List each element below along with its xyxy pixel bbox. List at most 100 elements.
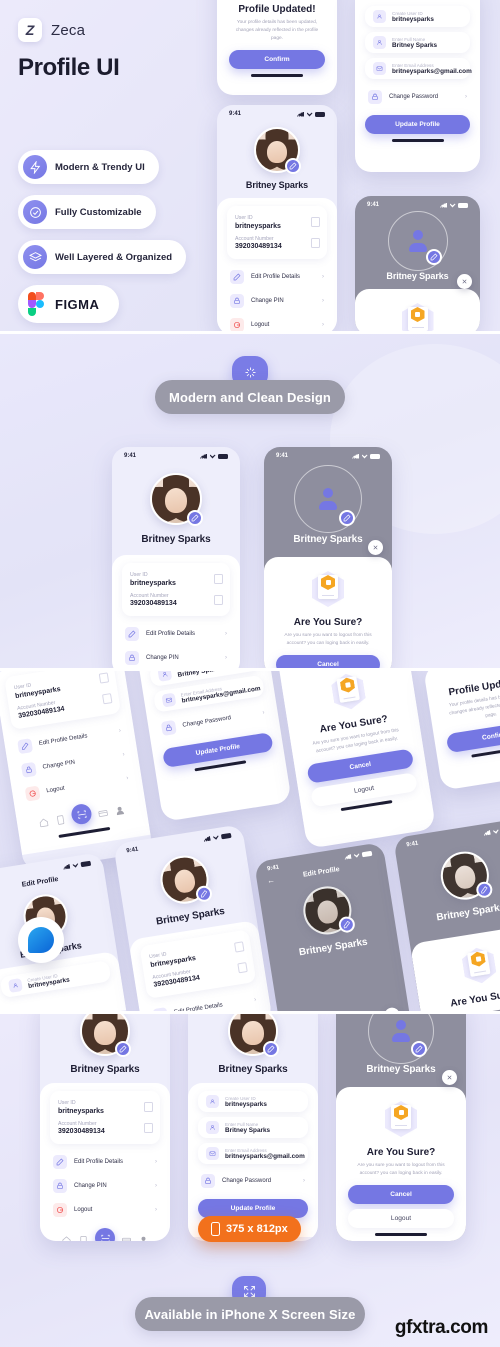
- phone-tilt-dim-profile: 9:41 Britney Sparks Are You Sure?: [393, 818, 500, 1011]
- profile-sheet: User ID britneysparks Account Number 392…: [112, 555, 240, 668]
- battery-icon: [315, 111, 325, 117]
- chevron-right-icon: ›: [155, 1183, 157, 1189]
- brand-row: Z Zeca: [18, 18, 208, 42]
- edit-avatar-icon[interactable]: [339, 510, 355, 526]
- tab-bar: [50, 1222, 160, 1241]
- field-value: britneysparks@gmail.com: [225, 1152, 305, 1160]
- battery-icon: [80, 860, 92, 867]
- field-user-id[interactable]: Create User ID britneysparks: [365, 6, 470, 27]
- close-icon[interactable]: [457, 274, 472, 289]
- field-email[interactable]: Enter Email Address britneysparks@gmail.…: [365, 58, 472, 79]
- cancel-button[interactable]: Cancel: [348, 1185, 454, 1205]
- user-id-row: User ID britneysparks: [130, 569, 223, 590]
- copy-icon[interactable]: [238, 962, 247, 972]
- field-full-name[interactable]: Enter Full Name Britney Sparks: [365, 32, 470, 53]
- edit-avatar-icon[interactable]: [187, 510, 203, 526]
- edit-avatar-icon[interactable]: [411, 1041, 427, 1057]
- menu-label: Change Password: [222, 1178, 272, 1184]
- avatar[interactable]: [150, 473, 203, 526]
- menu-item-change-password[interactable]: Change Password ›: [198, 1169, 308, 1193]
- person-icon: [373, 36, 386, 49]
- scan-icon[interactable]: [95, 1228, 115, 1241]
- menu-label: Logout: [46, 785, 66, 795]
- copy-icon[interactable]: [144, 1122, 153, 1133]
- logout-body: Are you sure you want to logout from thi…: [357, 1163, 445, 1177]
- scan-icon[interactable]: [70, 802, 93, 826]
- card-icon[interactable]: [96, 805, 109, 818]
- close-icon[interactable]: [368, 540, 383, 555]
- copy-icon[interactable]: [214, 594, 223, 605]
- copy-icon[interactable]: [311, 217, 320, 227]
- signal-icon: [344, 854, 352, 860]
- section-divider: [0, 1011, 500, 1014]
- home-icon[interactable]: [61, 1233, 72, 1241]
- copy-icon[interactable]: [103, 693, 112, 703]
- field-full-name[interactable]: Enter Full Name Britney Sparks: [198, 1117, 308, 1138]
- document-icon[interactable]: [54, 811, 67, 825]
- chevron-right-icon: ›: [253, 996, 257, 1004]
- section-showcase: Modern and Clean Design 9:41 Britney Spa…: [0, 334, 500, 668]
- menu-item-change-pin[interactable]: Change PIN ›: [50, 1174, 160, 1198]
- account-number-row: Account Number 392030489134: [130, 590, 223, 611]
- phone-final-logout: Britney Sparks Are You Sure? Are you sur…: [336, 1014, 466, 1241]
- account-value: 392030489134: [58, 1128, 105, 1135]
- menu-item-edit-profile[interactable]: Edit Profile Details ›: [50, 1150, 160, 1174]
- avatar[interactable]: [254, 127, 301, 174]
- home-icon[interactable]: [37, 814, 50, 827]
- edit-avatar-icon[interactable]: [263, 1041, 279, 1057]
- section-divider: [0, 331, 500, 334]
- card-icon[interactable]: [121, 1233, 132, 1241]
- edit-avatar-icon[interactable]: [337, 915, 356, 934]
- phone-logout-confirm: 9:41 Britney Sparks Are You Sure? Are yo…: [264, 447, 392, 668]
- cancel-button[interactable]: Cancel: [276, 655, 380, 668]
- person-icon[interactable]: [113, 802, 126, 815]
- menu-item-change-password[interactable]: Change Password ›: [365, 85, 470, 109]
- menu-item-edit-profile[interactable]: Edit Profile Details ›: [122, 622, 230, 646]
- chevron-right-icon: ›: [465, 94, 467, 100]
- logout-title: Are You Sure?: [366, 1147, 436, 1158]
- field-user-id[interactable]: Create User ID britneysparks: [198, 1091, 308, 1112]
- check-circle-icon: [23, 200, 47, 224]
- account-info-card: User ID britneysparks Account Number 392…: [139, 929, 257, 999]
- menu-item-logout[interactable]: Logout ›: [227, 313, 327, 331]
- avatar[interactable]: [157, 852, 214, 908]
- copy-icon[interactable]: [311, 237, 320, 248]
- wifi-icon: [72, 862, 79, 868]
- menu-item-change-pin[interactable]: Change PIN ›: [227, 289, 327, 313]
- mail-icon: [373, 62, 386, 75]
- home-indicator: [251, 74, 303, 78]
- menu-item-edit-profile[interactable]: Edit Profile Details ›: [227, 265, 327, 289]
- avatar[interactable]: [228, 1014, 279, 1057]
- logout-button[interactable]: Logout: [348, 1209, 454, 1229]
- update-profile-button[interactable]: Update Profile: [365, 115, 470, 134]
- copy-icon[interactable]: [235, 942, 244, 952]
- lock-icon: [20, 761, 37, 778]
- edit-avatar-icon[interactable]: [194, 884, 214, 903]
- phone-final-edit: Britney Sparks Create User ID britneyspa…: [188, 1014, 318, 1241]
- field-user-id[interactable]: Create User ID britneysparks: [0, 960, 112, 999]
- status-bar: 9:41: [355, 196, 480, 210]
- logout-modal: Are You Sure? Are you sure you want to l…: [279, 671, 433, 827]
- avatar[interactable]: [80, 1014, 131, 1057]
- phone-edit-profile: Britney Sparks Create User ID britneyspa…: [355, 0, 480, 172]
- feature-label: Fully Customizable: [55, 206, 142, 218]
- edit-avatar-icon[interactable]: [425, 249, 442, 265]
- document-icon[interactable]: [78, 1233, 89, 1241]
- person-icon[interactable]: [138, 1233, 149, 1241]
- menu-item-logout[interactable]: Logout ›: [50, 1198, 160, 1222]
- menu-item-change-pin[interactable]: Change PIN ›: [122, 646, 230, 668]
- copy-icon[interactable]: [214, 574, 223, 584]
- edit-avatar-icon[interactable]: [115, 1041, 131, 1057]
- chevron-right-icon: ›: [322, 322, 324, 328]
- edit-avatar-icon[interactable]: [475, 880, 494, 899]
- confirm-button[interactable]: Confirm: [229, 50, 325, 70]
- field-email[interactable]: Enter Email Address britneysparks@gmail.…: [198, 1143, 308, 1164]
- menu-label: Edit Profile Details: [251, 274, 301, 280]
- chevron-right-icon: ›: [322, 274, 324, 280]
- copy-icon[interactable]: [99, 673, 109, 683]
- close-icon[interactable]: [442, 1070, 457, 1085]
- edit-avatar-icon[interactable]: [285, 158, 301, 174]
- avatar: [387, 211, 448, 271]
- logout-illustration-icon: [327, 671, 371, 716]
- copy-icon[interactable]: [144, 1102, 153, 1112]
